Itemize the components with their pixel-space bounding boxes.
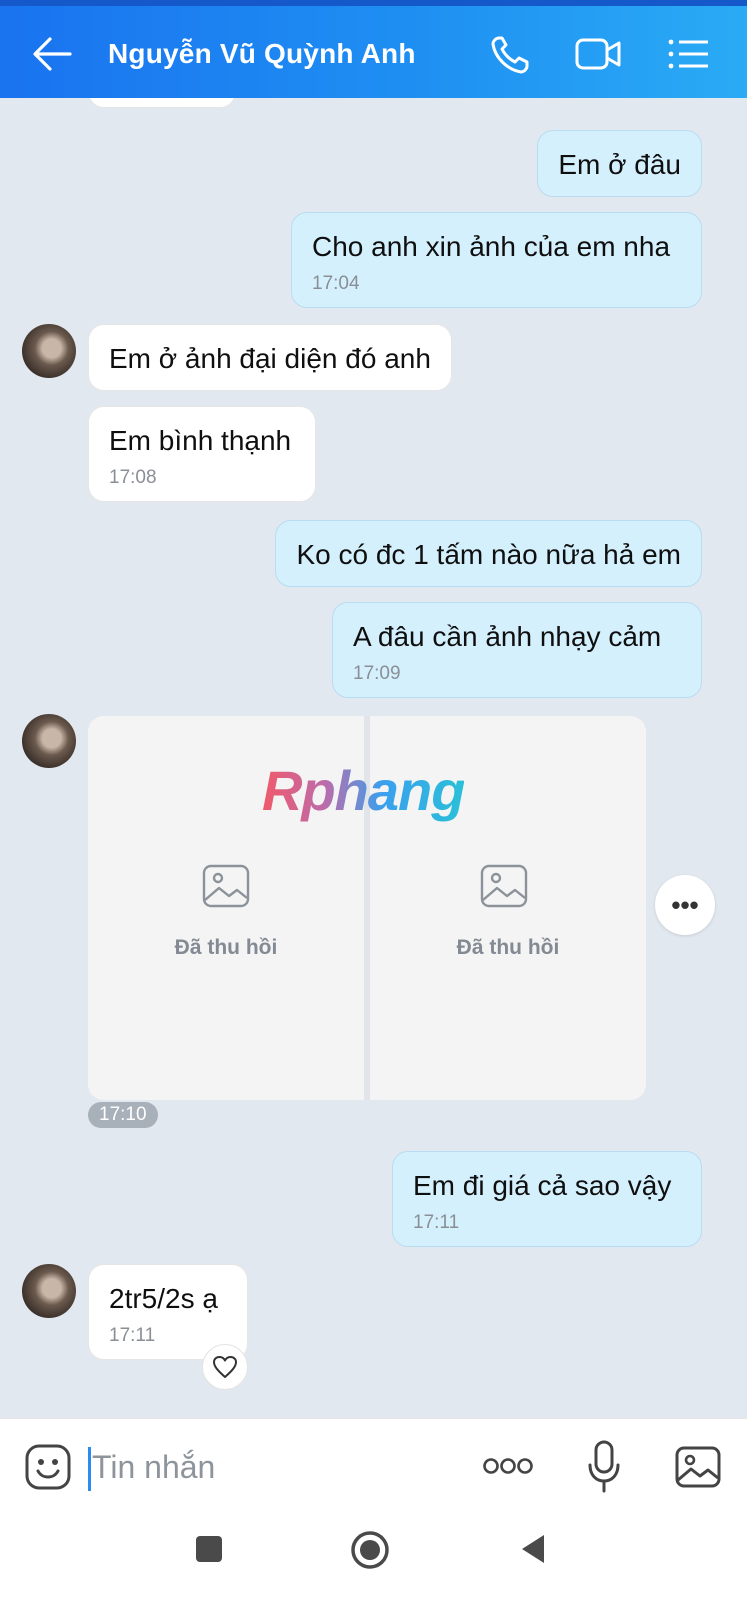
sticker-emoji-icon[interactable] xyxy=(24,1443,72,1491)
phone-icon[interactable] xyxy=(488,32,536,76)
partial-message-bubble xyxy=(88,98,236,108)
message-time: 17:04 xyxy=(312,273,360,294)
more-options-button[interactable]: ••• xyxy=(655,875,715,935)
video-call-icon[interactable] xyxy=(574,32,622,76)
microphone-icon[interactable] xyxy=(586,1439,622,1495)
message-text: Em bình thạnh xyxy=(109,425,292,456)
chat-header: Nguyễn Vũ Quỳnh Anh xyxy=(0,0,747,98)
message-time: 17:11 xyxy=(109,1325,156,1346)
recent-apps-icon[interactable] xyxy=(194,1534,224,1564)
avatar[interactable] xyxy=(22,324,76,378)
message-text: Em ở ảnh đại diện đó anh xyxy=(109,343,431,374)
message-bubble[interactable]: Em ở ảnh đại diện đó anh xyxy=(88,324,452,391)
heart-icon xyxy=(213,1356,237,1378)
message-text: 2tr5/2s ạ xyxy=(109,1283,218,1314)
back-nav-icon[interactable] xyxy=(518,1532,548,1566)
image-placeholder-icon xyxy=(202,864,250,908)
message-bubble[interactable]: Cho anh xin ảnh của em nha 17:04 xyxy=(291,212,702,308)
system-navigation-bar xyxy=(0,1514,747,1600)
message-text: A đâu cần ảnh nhạy cảm xyxy=(353,621,662,652)
watermark-logo: Rphang xyxy=(262,759,465,822)
avatar[interactable] xyxy=(22,1264,76,1318)
message-bubble[interactable]: Ko có đc 1 tấm nào nữa hả em xyxy=(275,520,702,587)
message-text: Em ở đâu xyxy=(558,149,681,180)
home-icon[interactable] xyxy=(350,1530,390,1570)
message-time: 17:11 xyxy=(413,1212,460,1233)
text-cursor xyxy=(88,1447,91,1491)
back-arrow-icon[interactable] xyxy=(30,34,74,74)
message-bubble[interactable]: Em bình thạnh 17:08 xyxy=(88,406,316,502)
gallery-image-icon[interactable] xyxy=(674,1443,722,1491)
recalled-label: Đã thu hồi xyxy=(456,936,560,959)
image-placeholder-icon xyxy=(480,864,528,908)
react-heart-button[interactable] xyxy=(202,1344,248,1390)
more-dots-icon[interactable] xyxy=(482,1455,534,1477)
message-input[interactable]: Tin nhắn xyxy=(92,1449,215,1486)
message-list[interactable]: Em ở đâu Cho anh xin ảnh của em nha 17:0… xyxy=(0,98,747,1418)
message-time: 17:08 xyxy=(109,467,157,488)
message-text: Cho anh xin ảnh của em nha xyxy=(312,231,671,262)
message-bubble[interactable]: Em đi giá cả sao vậy 17:11 xyxy=(392,1151,702,1247)
contact-name[interactable]: Nguyễn Vũ Quỳnh Anh xyxy=(108,38,416,70)
avatar[interactable] xyxy=(22,714,76,768)
message-bubble[interactable]: Em ở đâu xyxy=(537,130,702,197)
message-bubble[interactable]: A đâu cần ảnh nhạy cảm 17:09 xyxy=(332,602,702,698)
media-time-badge: 17:10 xyxy=(88,1102,158,1128)
message-text: Em đi giá cả sao vậy xyxy=(413,1170,672,1201)
message-text: Ko có đc 1 tấm nào nữa hả em xyxy=(296,539,681,570)
menu-list-icon[interactable] xyxy=(664,32,712,76)
message-composer: Tin nhắn xyxy=(0,1418,747,1514)
message-time: 17:09 xyxy=(353,663,401,684)
recalled-label: Đã thu hồi xyxy=(174,936,278,959)
